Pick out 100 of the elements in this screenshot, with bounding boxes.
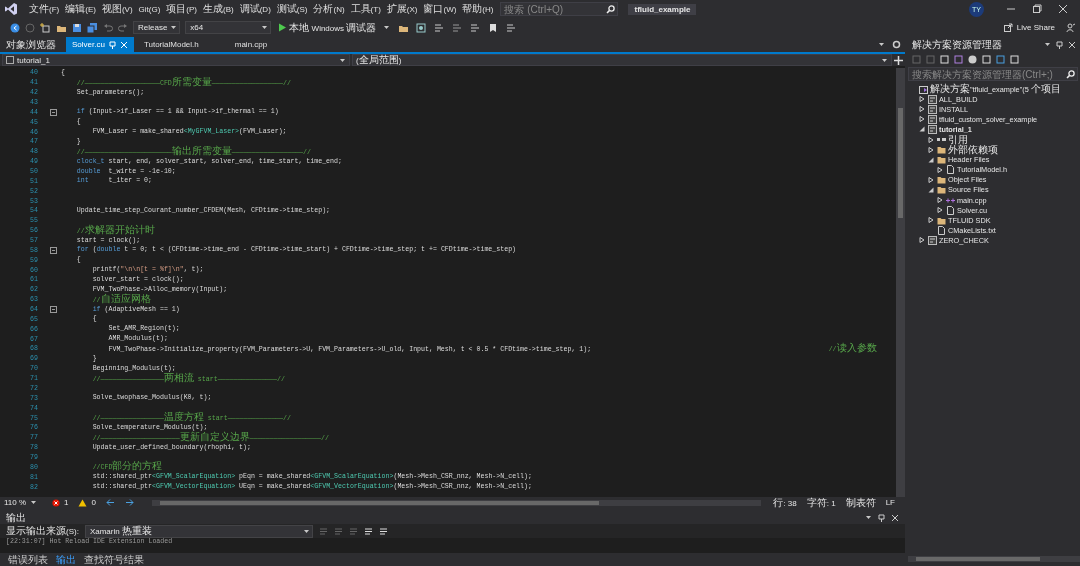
source-label: 显示输出来源(S): — [6, 524, 79, 538]
save-all-icon[interactable] — [87, 22, 98, 33]
panel-tab[interactable]: 错误列表 — [4, 552, 52, 566]
search-field[interactable]: 搜索解决方案资源管理器(Ctrl+;) — [908, 67, 1078, 81]
caret-icon — [30, 499, 38, 506]
close-icon[interactable] — [1058, 4, 1068, 14]
triangle-down-icon[interactable] — [919, 126, 925, 133]
back-arrow-icon[interactable] — [105, 499, 115, 506]
triangle-right-icon[interactable] — [919, 116, 925, 123]
triangle-right-icon[interactable] — [928, 146, 934, 153]
triangle-right-icon[interactable] — [919, 106, 925, 113]
split-icon[interactable] — [894, 55, 903, 65]
line-indicator: 行: 38 — [773, 495, 797, 510]
run-button[interactable]: 本地 Windows 调试器 — [276, 20, 379, 35]
new-item-icon[interactable] — [40, 22, 51, 33]
share-icon — [1003, 23, 1013, 32]
menu-item[interactable]: 视图(V) — [98, 2, 136, 16]
document-tab[interactable]: TutorialModel.h — [137, 37, 205, 52]
triangle-right-icon[interactable] — [928, 217, 934, 224]
save-icon[interactable] — [72, 22, 82, 33]
pin-icon[interactable] — [878, 513, 885, 522]
triangle-down-icon[interactable] — [928, 187, 934, 193]
menu-item[interactable]: 文件(F) — [26, 2, 63, 16]
panel-title: 输出 — [6, 510, 26, 525]
triangle-right-icon[interactable] — [937, 197, 943, 204]
collapse-icon[interactable] — [50, 246, 57, 254]
scroll-thumb[interactable] — [916, 557, 1040, 561]
menu-item[interactable]: 帮助(H) — [459, 2, 497, 16]
caret-icon[interactable] — [865, 514, 872, 521]
platform-dropdown[interactable]: x64 — [185, 21, 272, 34]
settings-icon[interactable] — [892, 40, 901, 49]
caret-icon[interactable] — [383, 24, 391, 31]
triangle-right-icon[interactable] — [937, 207, 943, 214]
menu-item[interactable]: 测试(S) — [273, 2, 311, 16]
project-icon — [928, 94, 937, 104]
pin-icon[interactable] — [1056, 40, 1063, 49]
menu-item[interactable]: 扩展(X) — [383, 2, 421, 16]
warning-count[interactable]: 0 — [91, 498, 96, 507]
project-icon — [928, 114, 937, 124]
bookmark-icon[interactable] — [488, 22, 499, 33]
scope-dropdown[interactable]: (全局范围) — [352, 54, 892, 66]
collapse-icon[interactable] — [50, 306, 57, 314]
forward-arrow-icon[interactable] — [124, 499, 134, 506]
menu-item[interactable]: 生成(B) — [200, 2, 237, 16]
close-icon[interactable] — [1068, 40, 1076, 49]
triangle-right-icon[interactable] — [919, 96, 925, 103]
references-icon — [937, 135, 946, 144]
vs-logo-icon — [4, 2, 18, 16]
indent-mode[interactable]: 制表符 — [845, 495, 876, 510]
caret-icon — [170, 24, 178, 31]
document-tab[interactable]: 对象浏览器 — [0, 37, 62, 52]
menu-item[interactable]: 工具(T) — [347, 2, 384, 16]
scroll-thumb[interactable] — [898, 108, 903, 218]
caret-icon[interactable] — [1044, 41, 1051, 48]
error-icon[interactable] — [52, 498, 60, 507]
panel-tab[interactable]: 输出 — [52, 552, 80, 566]
search-icon[interactable] — [606, 5, 616, 14]
menu-item[interactable]: 编辑(E) — [62, 2, 99, 16]
panel-title: 解决方案资源管理器 — [912, 37, 1002, 52]
triangle-right-icon[interactable] — [919, 237, 925, 244]
char-indicator: 字符: 1 — [806, 495, 836, 510]
source-dropdown[interactable]: Xamarin 热重装 — [84, 524, 313, 538]
search-icon[interactable] — [1066, 70, 1075, 79]
line-ending[interactable]: LF — [885, 498, 895, 507]
feedback-icon[interactable] — [1066, 22, 1076, 33]
configuration-dropdown[interactable]: Release — [133, 21, 181, 34]
undo-icon[interactable] — [103, 22, 113, 33]
menu-item[interactable]: Git(G) — [135, 4, 164, 14]
horizontal-scrollbar[interactable] — [151, 499, 762, 506]
restore-icon[interactable] — [1032, 4, 1042, 14]
redo-icon[interactable] — [118, 22, 128, 33]
close-icon[interactable] — [891, 513, 899, 522]
menu-item[interactable]: 窗口(W) — [420, 2, 460, 16]
project-icon — [928, 235, 937, 245]
horizontal-scrollbar[interactable] — [908, 556, 1080, 562]
window-title: tfluid_example — [628, 3, 697, 15]
file-icon — [946, 165, 955, 175]
search-field[interactable]: 搜索 (Ctrl+Q) — [500, 2, 619, 16]
panel-tab[interactable]: 查找符号结果 — [80, 552, 148, 566]
error-count[interactable]: 1 — [64, 498, 69, 507]
menu-item[interactable]: 项目(P) — [163, 2, 200, 16]
scrollbar[interactable] — [896, 68, 905, 497]
zoom-dropdown[interactable]: 110 % — [4, 498, 48, 507]
document-tab[interactable]: main.cpp — [228, 37, 274, 52]
menu-item[interactable]: 调试(D) — [236, 2, 274, 16]
solution-icon — [919, 84, 928, 94]
menu-item[interactable]: 分析(N) — [310, 2, 348, 16]
scroll-thumb[interactable] — [159, 500, 599, 505]
triangle-right-icon[interactable] — [928, 136, 934, 143]
project-icon — [6, 56, 14, 64]
triangle-right-icon[interactable] — [928, 176, 934, 183]
screenshot-icon[interactable] — [416, 22, 427, 33]
caret-icon[interactable] — [878, 41, 885, 48]
live-share-button[interactable]: Live Share — [997, 23, 1061, 32]
collapse-icon[interactable] — [50, 108, 57, 116]
triangle-right-icon[interactable] — [937, 166, 943, 173]
folder-icon — [937, 215, 946, 225]
triangle-down-icon[interactable] — [928, 156, 934, 163]
caret-icon — [261, 24, 269, 31]
project-dropdown[interactable]: tutorial_1 — [2, 54, 350, 66]
